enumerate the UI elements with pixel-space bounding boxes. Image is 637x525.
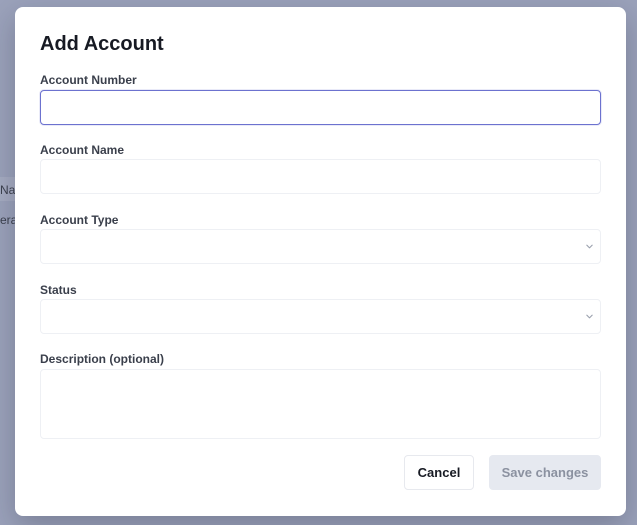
account-number-label: Account Number <box>40 73 137 87</box>
cancel-button[interactable]: Cancel <box>404 455 474 490</box>
status-label: Status <box>40 283 77 297</box>
chevron-down-icon <box>586 314 593 319</box>
chevron-down-icon <box>586 244 593 249</box>
description-textarea[interactable] <box>40 369 601 439</box>
account-type-label: Account Type <box>40 213 119 227</box>
account-name-input[interactable] <box>40 159 601 194</box>
account-type-select[interactable] <box>40 229 601 264</box>
description-label: Description (optional) <box>40 352 164 366</box>
status-select[interactable] <box>40 299 601 334</box>
dialog-title: Add Account <box>40 33 164 55</box>
account-name-label: Account Name <box>40 143 125 157</box>
add-account-dialog: Add Account Account Number Account Name … <box>15 7 626 516</box>
account-number-input[interactable] <box>40 90 601 125</box>
save-changes-button[interactable]: Save changes <box>489 455 601 490</box>
